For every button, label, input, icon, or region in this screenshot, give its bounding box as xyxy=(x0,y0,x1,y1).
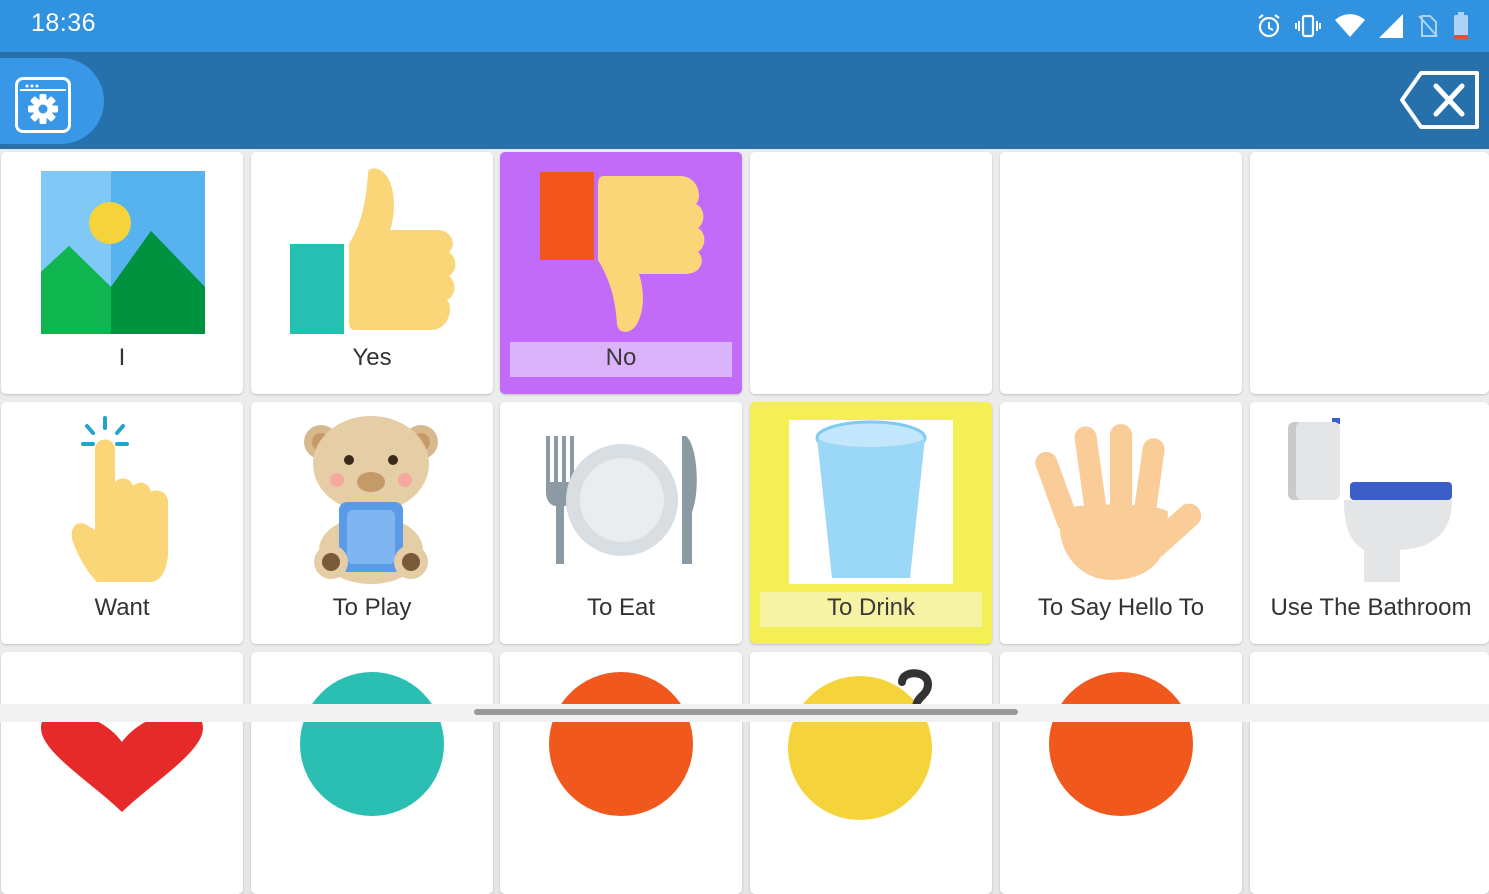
symbol-grid: I Yes No Want To Play To Eat To Drink To… xyxy=(0,150,1489,894)
symbol-cell-i[interactable]: I xyxy=(1,152,243,394)
gear-icon xyxy=(20,84,66,124)
symbol-cell-empty[interactable] xyxy=(750,152,992,394)
status-bar: 18:36 xyxy=(0,0,1489,52)
toolbar xyxy=(0,52,1489,149)
alarm-icon xyxy=(1257,13,1281,39)
symbol-cell[interactable] xyxy=(251,652,493,894)
question-face-icon xyxy=(788,669,933,820)
status-icons xyxy=(1257,10,1469,42)
symbol-cell[interactable] xyxy=(500,652,742,894)
symbol-cell[interactable] xyxy=(1,652,243,894)
wifi-icon xyxy=(1335,14,1365,38)
symbol-label: Want xyxy=(94,594,150,621)
symbol-label: Use The Bathroom xyxy=(1270,594,1472,621)
symbol-label: No xyxy=(605,344,637,371)
symbol-cell-to-drink[interactable]: To Drink xyxy=(750,402,992,644)
orange-circle-icon xyxy=(549,672,693,816)
symbol-cell[interactable] xyxy=(750,652,992,894)
symbol-cell-to-say-hello-to[interactable]: To Say Hello To xyxy=(1000,402,1242,644)
symbol-label: Yes xyxy=(352,344,392,371)
symbol-cell[interactable] xyxy=(1000,652,1242,894)
symbol-label: To Say Hello To xyxy=(1037,594,1205,621)
symbol-cell-empty[interactable] xyxy=(1250,652,1489,894)
thumbs-down-icon xyxy=(540,172,705,332)
picture-icon xyxy=(41,171,205,334)
status-time: 18:36 xyxy=(31,9,97,37)
glass-of-water-icon xyxy=(815,420,927,578)
battery-icon xyxy=(1453,12,1469,40)
teddy-bear-icon xyxy=(304,416,438,584)
orange-circle-icon xyxy=(1049,672,1193,816)
plate-cutlery-icon xyxy=(546,436,697,564)
backspace-button[interactable] xyxy=(1399,70,1481,130)
backspace-icon xyxy=(1400,71,1479,129)
symbol-label: To Play xyxy=(332,594,412,621)
heart-icon xyxy=(41,711,203,812)
symbol-cell-yes[interactable]: Yes xyxy=(251,152,493,394)
no-sim-icon xyxy=(1417,14,1439,38)
cell-signal-icon xyxy=(1379,14,1403,38)
teal-circle-icon xyxy=(300,672,444,816)
symbol-cell-to-eat[interactable]: To Eat xyxy=(500,402,742,644)
waving-hand-icon xyxy=(1035,424,1202,580)
symbol-cell-want[interactable]: Want xyxy=(1,402,243,644)
symbol-label: To Drink xyxy=(826,594,916,621)
symbol-cell-no[interactable]: No xyxy=(500,152,742,394)
vibrate-icon xyxy=(1295,13,1321,39)
settings-tab xyxy=(0,58,104,144)
symbol-cell-empty[interactable] xyxy=(1250,152,1489,394)
symbol-label: I xyxy=(118,344,126,371)
symbol-cell-empty[interactable] xyxy=(1000,152,1242,394)
home-indicator[interactable] xyxy=(474,709,1018,715)
thumbs-up-icon xyxy=(290,168,456,334)
settings-button[interactable] xyxy=(15,77,71,133)
pointing-finger-icon xyxy=(71,416,168,582)
symbol-label: To Eat xyxy=(586,594,656,621)
toilet-icon xyxy=(1288,418,1452,582)
symbol-cell-use-the-bathroom[interactable]: Use The Bathroom xyxy=(1250,402,1489,644)
symbol-cell-to-play[interactable]: To Play xyxy=(251,402,493,644)
